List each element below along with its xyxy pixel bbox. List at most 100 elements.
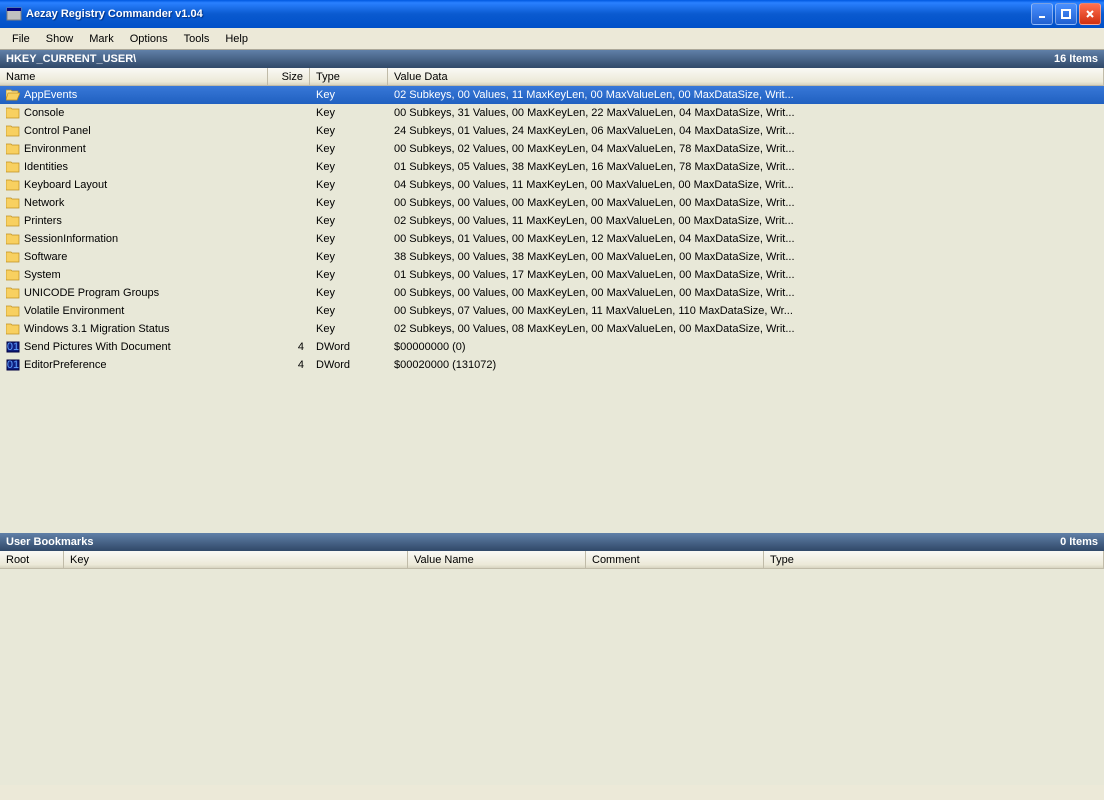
dword-value-icon: 01 [6, 358, 20, 372]
col-root[interactable]: Root [0, 551, 64, 568]
item-size [268, 238, 310, 240]
item-name: Identities [24, 161, 68, 173]
col-value-data[interactable]: Value Data [388, 68, 1104, 85]
item-name: Console [24, 107, 64, 119]
item-value-data: 02 Subkeys, 00 Values, 11 MaxKeyLen, 00 … [388, 214, 1104, 228]
registry-list[interactable]: AppEventsKey02 Subkeys, 00 Values, 11 Ma… [0, 86, 1104, 533]
bookmarks-list[interactable] [0, 569, 1104, 785]
list-item[interactable]: NetworkKey00 Subkeys, 00 Values, 00 MaxK… [0, 194, 1104, 212]
item-type: DWord [310, 340, 388, 354]
item-name: Send Pictures With Document [24, 341, 171, 353]
item-size [268, 148, 310, 150]
list-item[interactable]: Volatile EnvironmentKey00 Subkeys, 07 Va… [0, 302, 1104, 320]
item-value-data: 01 Subkeys, 05 Values, 38 MaxKeyLen, 16 … [388, 160, 1104, 174]
list-item[interactable]: Console Key00 Subkeys, 31 Values, 00 MaxK… [0, 104, 1104, 122]
col-comment[interactable]: Comment [586, 551, 764, 568]
folder-icon [6, 269, 20, 281]
folder-icon [6, 161, 20, 173]
list-item[interactable]: Keyboard LayoutKey04 Subkeys, 00 Values,… [0, 176, 1104, 194]
item-name: Printers [24, 215, 62, 227]
list-item[interactable]: SoftwareKey38 Subkeys, 00 Values, 38 Max… [0, 248, 1104, 266]
list-item[interactable]: UNICODE Program Groups Key00 Subkeys, 00 … [0, 284, 1104, 302]
item-value-data: 00 Subkeys, 02 Values, 00 MaxKeyLen, 04 … [388, 142, 1104, 156]
maximize-button[interactable] [1055, 3, 1077, 25]
item-size [268, 130, 310, 132]
col-size[interactable]: Size [268, 68, 310, 85]
folder-icon [6, 143, 20, 155]
item-value-data: 02 Subkeys, 00 Values, 11 MaxKeyLen, 00 … [388, 88, 1104, 102]
item-size [268, 292, 310, 294]
svg-text:01: 01 [7, 359, 19, 371]
list-item[interactable]: SystemKey01 Subkeys, 00 Values, 17 MaxKe… [0, 266, 1104, 284]
item-type: Key [310, 232, 388, 246]
menu-options[interactable]: Options [122, 31, 176, 47]
list-item[interactable]: AppEventsKey02 Subkeys, 00 Values, 11 Ma… [0, 86, 1104, 104]
item-type: Key [310, 304, 388, 318]
item-value-data: 01 Subkeys, 00 Values, 17 MaxKeyLen, 00 … [388, 268, 1104, 282]
col-bookmark-type[interactable]: Type [764, 551, 1104, 568]
item-size [268, 112, 310, 114]
item-size [268, 184, 310, 186]
item-value-data: 00 Subkeys, 00 Values, 00 MaxKeyLen, 00 … [388, 286, 1104, 300]
bookmarks-count: 0 Items [1060, 536, 1098, 548]
item-size [268, 202, 310, 204]
item-name: Network [24, 197, 64, 209]
folder-icon [6, 179, 20, 191]
item-value-data: $00020000 (131072) [388, 358, 1104, 372]
folder-icon [6, 233, 20, 245]
bookmarks-column-header: Root Key Value Name Comment Type [0, 551, 1104, 569]
close-button[interactable] [1079, 3, 1101, 25]
item-name: AppEvents [24, 89, 77, 101]
item-type: Key [310, 124, 388, 138]
item-size [268, 94, 310, 96]
dword-value-icon: 01 [6, 340, 20, 354]
main-column-header: Name Size Type Value Data [0, 68, 1104, 86]
col-key[interactable]: Key [64, 551, 408, 568]
item-value-data: 00 Subkeys, 01 Values, 00 MaxKeyLen, 12 … [388, 232, 1104, 246]
item-name: Control Panel [24, 125, 91, 137]
list-item[interactable]: Control Panel Key24 Subkeys, 01 Values, 2… [0, 122, 1104, 140]
menu-file[interactable]: File [4, 31, 38, 47]
list-item[interactable]: Identities Key01 Subkeys, 05 Values, 38 M… [0, 158, 1104, 176]
folder-icon [6, 197, 20, 209]
folder-icon [6, 323, 20, 335]
menu-mark[interactable]: Mark [81, 31, 121, 47]
list-item[interactable]: 01EditorPreference4DWord$00020000 (13107… [0, 356, 1104, 374]
item-size [268, 256, 310, 258]
menu-show[interactable]: Show [38, 31, 82, 47]
item-size [268, 166, 310, 168]
col-type[interactable]: Type [310, 68, 388, 85]
item-size: 4 [268, 340, 310, 354]
item-type: Key [310, 286, 388, 300]
col-value-name[interactable]: Value Name [408, 551, 586, 568]
bookmarks-title: User Bookmarks [6, 536, 1060, 548]
bookmarks-header: User Bookmarks 0 Items [0, 533, 1104, 551]
col-name[interactable]: Name [0, 68, 268, 85]
list-item[interactable]: SessionInformationKey00 Subkeys, 01 Valu… [0, 230, 1104, 248]
item-name: Volatile Environment [24, 305, 124, 317]
window-title: Aezay Registry Commander v1.04 [26, 8, 1031, 20]
list-item[interactable]: EnvironmentKey00 Subkeys, 02 Values, 00 … [0, 140, 1104, 158]
minimize-button[interactable] [1031, 3, 1053, 25]
item-type: Key [310, 142, 388, 156]
menu-tools[interactable]: Tools [176, 31, 218, 47]
item-name: EditorPreference [24, 359, 107, 371]
item-value-data: 00 Subkeys, 31 Values, 00 MaxKeyLen, 22 … [388, 106, 1104, 120]
item-type: Key [310, 250, 388, 264]
list-item[interactable]: Windows 3.1 Migration StatusKey02 Subkey… [0, 320, 1104, 338]
item-type: Key [310, 160, 388, 174]
item-type: Key [310, 106, 388, 120]
item-name: Software [24, 251, 67, 263]
item-value-data: 24 Subkeys, 01 Values, 24 MaxKeyLen, 06 … [388, 124, 1104, 138]
folder-icon [6, 251, 20, 263]
folder-icon [6, 107, 20, 119]
item-name: UNICODE Program Groups [24, 287, 159, 299]
item-count: 16 Items [1054, 53, 1098, 65]
titlebar: Aezay Registry Commander v1.04 [0, 0, 1104, 28]
list-item[interactable]: PrintersKey02 Subkeys, 00 Values, 11 Max… [0, 212, 1104, 230]
list-item[interactable]: 01Send Pictures With Document4DWord$0000… [0, 338, 1104, 356]
item-size [268, 328, 310, 330]
item-type: DWord [310, 358, 388, 372]
menu-help[interactable]: Help [217, 31, 256, 47]
folder-icon [6, 125, 20, 137]
